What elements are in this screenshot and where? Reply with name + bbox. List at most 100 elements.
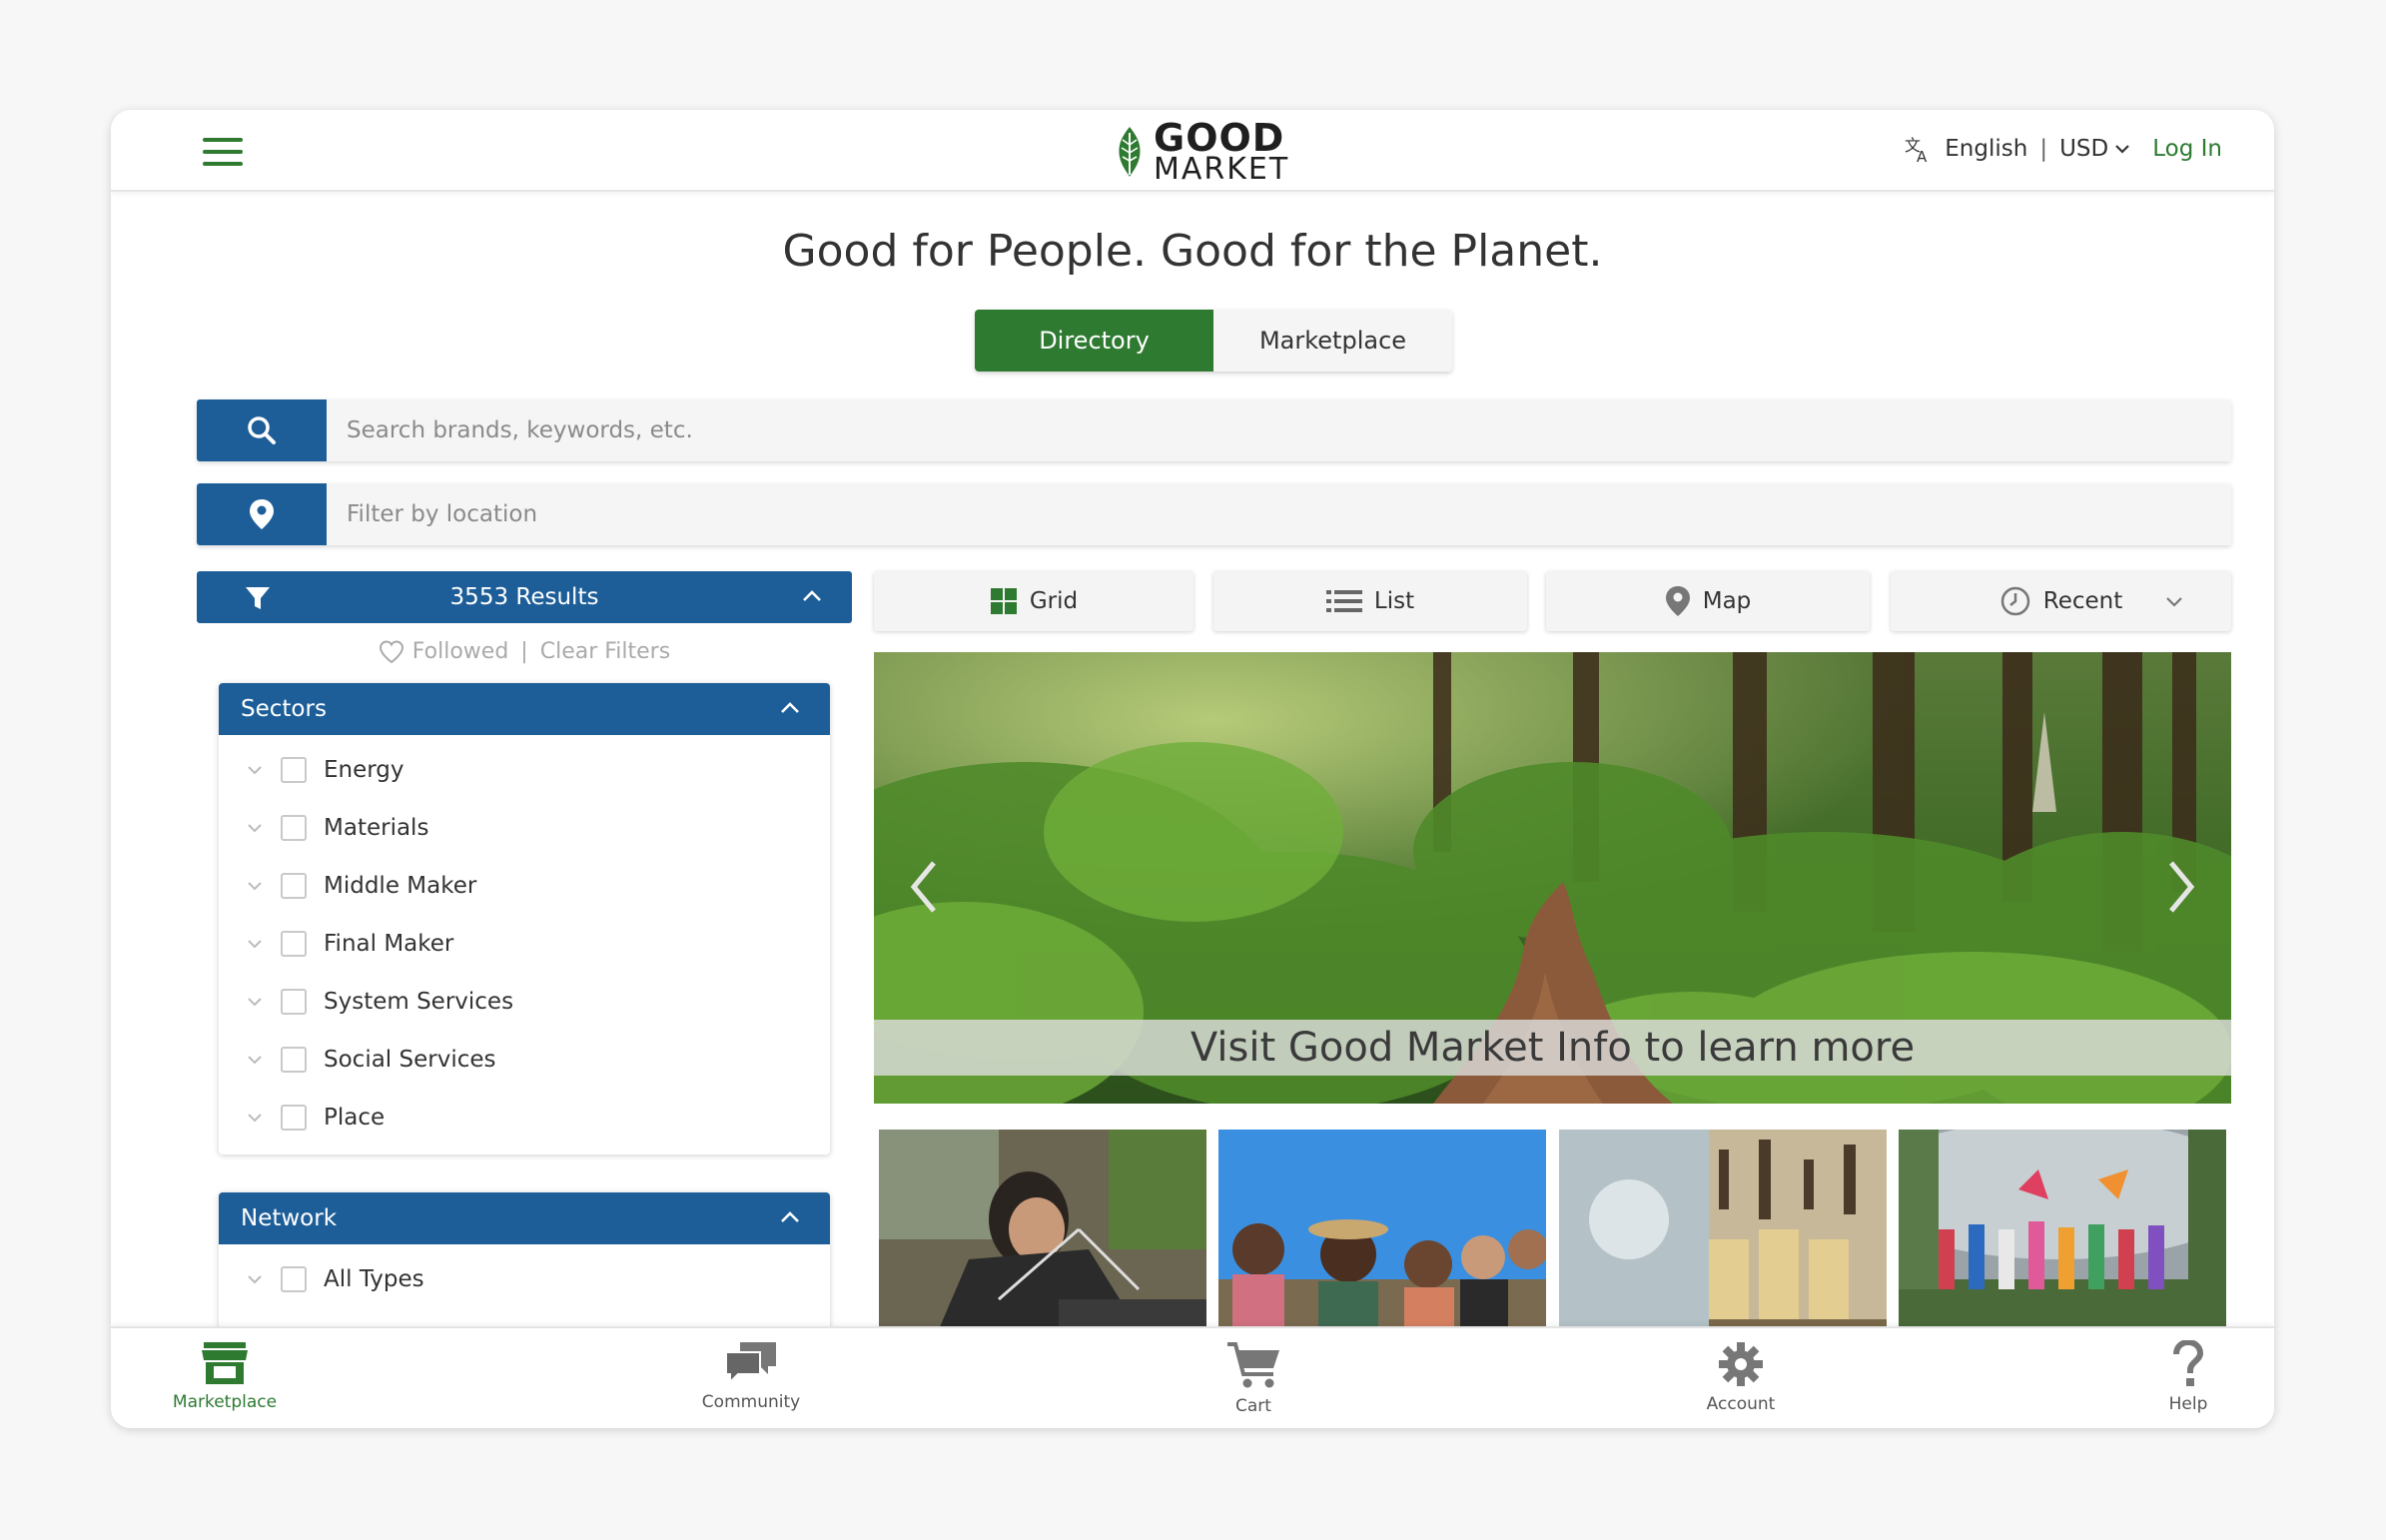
logo-line-1: GOOD [1154, 116, 1285, 161]
chevron-down-icon[interactable] [2114, 144, 2130, 154]
chevron-down-icon[interactable] [247, 997, 263, 1007]
cart-icon [1227, 1342, 1279, 1388]
chevron-down-icon[interactable] [247, 823, 263, 833]
map-pin-icon [1665, 586, 1690, 616]
chevron-down-icon[interactable] [247, 1055, 263, 1065]
logo[interactable]: GOOD MARKET [1112, 116, 1311, 187]
location-input[interactable] [327, 483, 2231, 545]
nav-label: Community [701, 1392, 801, 1412]
thumbnail-image [1559, 1130, 1887, 1329]
chevron-up-icon[interactable] [780, 1210, 800, 1224]
checkbox[interactable] [281, 931, 307, 957]
nav-label: Cart [1235, 1396, 1271, 1416]
results-count: 3553 Results [449, 584, 599, 610]
checkbox[interactable] [281, 989, 307, 1015]
thumbnail-image [879, 1130, 1206, 1329]
checkbox[interactable] [281, 1266, 307, 1292]
page-headline: Good for People. Good for the Planet. [782, 226, 1603, 277]
chevron-down-icon[interactable] [247, 765, 263, 775]
search-input[interactable] [327, 399, 2231, 461]
nav-account[interactable]: Account [1661, 1340, 1821, 1414]
nav-label: Help [2168, 1394, 2208, 1414]
chevron-up-icon[interactable] [780, 701, 800, 715]
nav-community[interactable]: Community [671, 1340, 831, 1412]
hero-carousel: Visit Good Market Info to learn more [874, 652, 2231, 1104]
clock-icon [2000, 586, 2029, 616]
language-currency-area: 文 A English | USD Log In [1903, 134, 2222, 164]
chevron-down-icon[interactable] [247, 881, 263, 891]
checkbox[interactable] [281, 1047, 307, 1073]
checkbox[interactable] [281, 757, 307, 783]
logo-text: GOOD MARKET [1154, 116, 1290, 187]
sector-option-social-services: Social Services [219, 1031, 830, 1089]
network-list: All Types [219, 1244, 830, 1316]
grid-label: Grid [1029, 588, 1079, 614]
view-tab-map[interactable]: Map [1546, 571, 1870, 631]
sector-option-middle-maker: Middle Maker [219, 857, 830, 915]
top-bar: GOOD MARKET 文 A English | USD Log In [111, 110, 2274, 192]
results-header[interactable]: 3553 Results [197, 571, 852, 623]
thumbnail-card[interactable] [1899, 1130, 2226, 1329]
grid-icon [990, 588, 1017, 614]
store-icon [202, 1342, 248, 1384]
filter-actions: Followed | Clear Filters [197, 639, 852, 664]
translate-icon[interactable]: 文 A [1903, 134, 1933, 164]
gear-icon [1719, 1342, 1763, 1386]
checkbox[interactable] [281, 873, 307, 899]
nav-label: Account [1706, 1394, 1776, 1414]
login-link[interactable]: Log In [2152, 136, 2222, 162]
currency-selector[interactable]: USD [2059, 136, 2108, 162]
chevron-down-icon[interactable] [247, 1113, 263, 1123]
map-label: Map [1702, 588, 1752, 614]
checkbox[interactable] [281, 815, 307, 841]
view-tab-grid[interactable]: Grid [874, 571, 1193, 631]
network-header[interactable]: Network [219, 1192, 830, 1244]
sort-dropdown[interactable]: Recent [1891, 571, 2231, 631]
chevron-up-icon[interactable] [802, 589, 822, 603]
search-button[interactable] [197, 399, 327, 461]
location-bar [197, 483, 2231, 545]
view-tab-list[interactable]: List [1213, 571, 1527, 631]
thumbnail-card[interactable] [1218, 1130, 1546, 1329]
app-window: GOOD MARKET 文 A English | USD Log In Goo… [111, 110, 2274, 1428]
sort-label: Recent [2042, 588, 2123, 614]
option-label: Final Maker [324, 931, 454, 957]
sector-option-materials: Materials [219, 799, 830, 857]
marketplace-tab[interactable]: Marketplace [1213, 310, 1452, 372]
previous-arrow-icon[interactable] [904, 857, 944, 917]
thumbnail-card[interactable] [1559, 1130, 1887, 1329]
directory-tab[interactable]: Directory [975, 310, 1213, 372]
clear-filters-link[interactable]: Clear Filters [540, 639, 670, 664]
nav-help[interactable]: Help [2108, 1340, 2268, 1414]
chevron-down-icon [2166, 597, 2182, 607]
nav-label: Marketplace [172, 1392, 278, 1412]
followed-link[interactable]: Followed [412, 639, 509, 664]
language-selector[interactable]: English [1945, 136, 2027, 162]
checkbox[interactable] [281, 1105, 307, 1131]
hamburger-icon[interactable] [203, 138, 243, 166]
search-icon [248, 416, 276, 444]
leaf-logo-icon [1119, 127, 1141, 177]
option-label: All Types [324, 1266, 424, 1292]
location-button[interactable] [197, 483, 327, 545]
list-icon [1325, 590, 1362, 612]
network-option-all-types: All Types [219, 1250, 830, 1308]
chat-icon [725, 1342, 776, 1385]
list-label: List [1373, 588, 1415, 614]
sector-option-system-services: System Services [219, 973, 830, 1031]
sectors-filter-card: Sectors Energy Materials Middle Maker Fi… [219, 683, 830, 1155]
nav-cart[interactable]: Cart [1174, 1340, 1333, 1416]
next-arrow-icon[interactable] [2161, 857, 2201, 917]
sectors-header[interactable]: Sectors [219, 683, 830, 735]
thumbnail-image [1899, 1130, 2226, 1329]
hero-banner-link[interactable]: Visit Good Market Info to learn more [874, 1020, 2231, 1076]
heart-icon[interactable] [379, 639, 404, 664]
option-label: System Services [324, 989, 514, 1015]
nav-marketplace[interactable]: Marketplace [145, 1340, 305, 1412]
logo-line-2: MARKET [1154, 151, 1290, 187]
divider: | [2039, 136, 2048, 162]
question-icon [2173, 1340, 2204, 1386]
thumbnail-card[interactable] [879, 1130, 1206, 1329]
chevron-down-icon[interactable] [247, 939, 263, 949]
chevron-down-icon[interactable] [247, 1274, 263, 1284]
